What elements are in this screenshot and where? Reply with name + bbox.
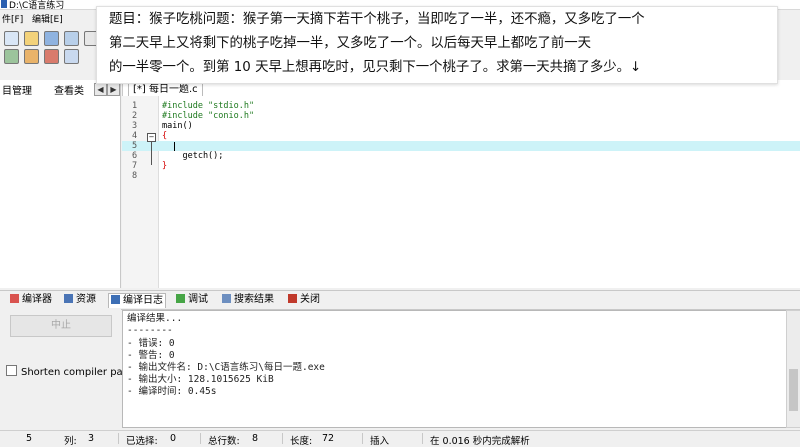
fold-guide <box>151 141 152 165</box>
status-bar: 5 列: 3 已选择: 0 总行数: 8 长度: 72 插入 在 0.016 秒… <box>0 430 800 447</box>
log-line: - 错误: 0 <box>127 338 175 349</box>
line-number: 2 <box>132 111 138 121</box>
line-number: 5 <box>132 141 138 151</box>
tab-scroll-right-icon[interactable]: ▶ <box>107 83 120 96</box>
menu-edit[interactable]: 编辑[E] <box>32 12 63 25</box>
tab-project-manager[interactable]: 目管理 <box>2 82 32 97</box>
log-line: 编译结果... <box>127 313 183 324</box>
tab-scroll-left-icon[interactable]: ◀ <box>94 83 107 96</box>
tab-resources[interactable]: 资源 <box>62 293 98 307</box>
problem-line-3: 的一半零一个。到第 10 天早上想再吃时，见只剩下一个桃子了。求第一天共摘了多少… <box>109 60 642 75</box>
open-folder-icon[interactable] <box>24 31 39 46</box>
log-line: - 输出大小: 128.1015625 KiB <box>127 374 274 385</box>
line-number: 3 <box>132 121 138 131</box>
code-line: 2 #include "conio.h" <box>122 111 800 121</box>
tab-resources-label: 资源 <box>76 294 96 305</box>
code-line: 4 { <box>122 131 800 141</box>
tab-compiler[interactable]: 编译器 <box>8 293 54 307</box>
status-separator <box>282 433 283 444</box>
log-scrollbar-thumb[interactable] <box>789 369 798 411</box>
status-separator <box>200 433 201 444</box>
bottom-panel-tabs: 编译器 资源 编译日志 调试 搜索结果 关闭 <box>0 290 800 310</box>
app-icon <box>1 0 7 8</box>
editor-file-tab[interactable]: [*] 每日一题.c <box>128 82 203 96</box>
project-panel <box>0 80 121 288</box>
compiler-icon <box>10 294 19 303</box>
log-line: - 编译时间: 0.45s <box>127 386 217 397</box>
line-number: 7 <box>132 161 138 171</box>
line-code: { <box>162 131 168 141</box>
new-file-icon[interactable] <box>4 31 19 46</box>
line-number: 1 <box>132 101 138 111</box>
resources-icon <box>64 294 73 303</box>
status-col-value: 3 <box>88 433 95 444</box>
line-code: #include "stdio.h" <box>162 101 255 111</box>
tab-search-results[interactable]: 搜索结果 <box>220 293 276 307</box>
tab-close-label: 关闭 <box>300 294 320 305</box>
tab-compile-log[interactable]: 编译日志 <box>108 293 166 308</box>
status-selected-value: 0 <box>170 433 177 444</box>
code-line: 3 main() <box>122 121 800 131</box>
run-icon[interactable] <box>24 49 39 64</box>
options-icon[interactable] <box>64 49 79 64</box>
line-number: 8 <box>132 171 138 181</box>
line-code: #include "conio.h" <box>162 111 255 121</box>
compile-log-output[interactable]: 编译结果... -------- - 错误: 0 - 警告: 0 - 输出文件名… <box>122 310 788 428</box>
compile-icon[interactable] <box>4 49 19 64</box>
tab-compile-log-label: 编译日志 <box>123 295 163 306</box>
code-line: 6 getch(); <box>122 151 800 161</box>
shorten-paths-checkbox[interactable] <box>6 365 17 376</box>
chart-icon <box>111 295 120 304</box>
stop-compile-button[interactable]: 中止 <box>10 315 112 337</box>
problem-statement-overlay: 题目：猴子吃桃问题：猴子第一天摘下若干个桃子，当即吃了一半，还不瘾，又多吃了一个… <box>96 6 778 84</box>
code-line: 1 #include "stdio.h" <box>122 101 800 111</box>
line-code: main() <box>162 121 193 131</box>
log-line: - 警告: 0 <box>127 350 175 361</box>
save-icon[interactable] <box>44 31 59 46</box>
status-separator <box>118 433 119 444</box>
log-line: -------- <box>127 325 173 336</box>
save-all-icon[interactable] <box>64 31 79 46</box>
debug-icon[interactable] <box>44 49 59 64</box>
compile-controls: 中止 Shorten compiler paths <box>0 309 138 429</box>
problem-line-2: 第二天早上又将剩下的桃子吃掉一半，又多吃了一个。以后每天早上都吃了前一天 <box>109 36 592 51</box>
debug-check-icon <box>176 294 185 303</box>
tab-compiler-label: 编译器 <box>22 294 52 305</box>
status-separator <box>362 433 363 444</box>
menu-file[interactable]: 件[F] <box>2 12 23 25</box>
tab-debug[interactable]: 调试 <box>174 293 210 307</box>
shorten-paths-option[interactable]: Shorten compiler paths <box>6 365 138 378</box>
tab-close[interactable]: 关闭 <box>286 293 322 307</box>
status-line-value: 5 <box>26 433 33 444</box>
close-icon <box>288 294 297 303</box>
status-separator <box>422 433 423 444</box>
problem-line-1: 题目：猴子吃桃问题：猴子第一天摘下若干个桃子，当即吃了一半，还不瘾，又多吃了一个 <box>109 12 645 27</box>
code-line: 8 <box>122 171 800 181</box>
status-length-value: 72 <box>322 433 335 444</box>
search-icon <box>222 294 231 303</box>
text-caret <box>174 142 175 151</box>
status-total-lines-value: 8 <box>252 433 259 444</box>
code-line: 7 } <box>122 161 800 171</box>
line-code: } <box>162 161 168 171</box>
shorten-paths-label: Shorten compiler paths <box>21 367 139 378</box>
log-scrollbar[interactable] <box>786 310 800 428</box>
tab-search-results-label: 搜索结果 <box>234 294 274 305</box>
log-line: - 输出文件名: D:\C语言练习\每日一题.exe <box>127 362 325 373</box>
code-line-current: 5 <box>122 141 800 151</box>
line-code: getch(); <box>162 151 224 161</box>
line-number: 6 <box>132 151 138 161</box>
tab-class-view[interactable]: 查看类 <box>54 82 84 97</box>
tab-debug-label: 调试 <box>188 294 208 305</box>
